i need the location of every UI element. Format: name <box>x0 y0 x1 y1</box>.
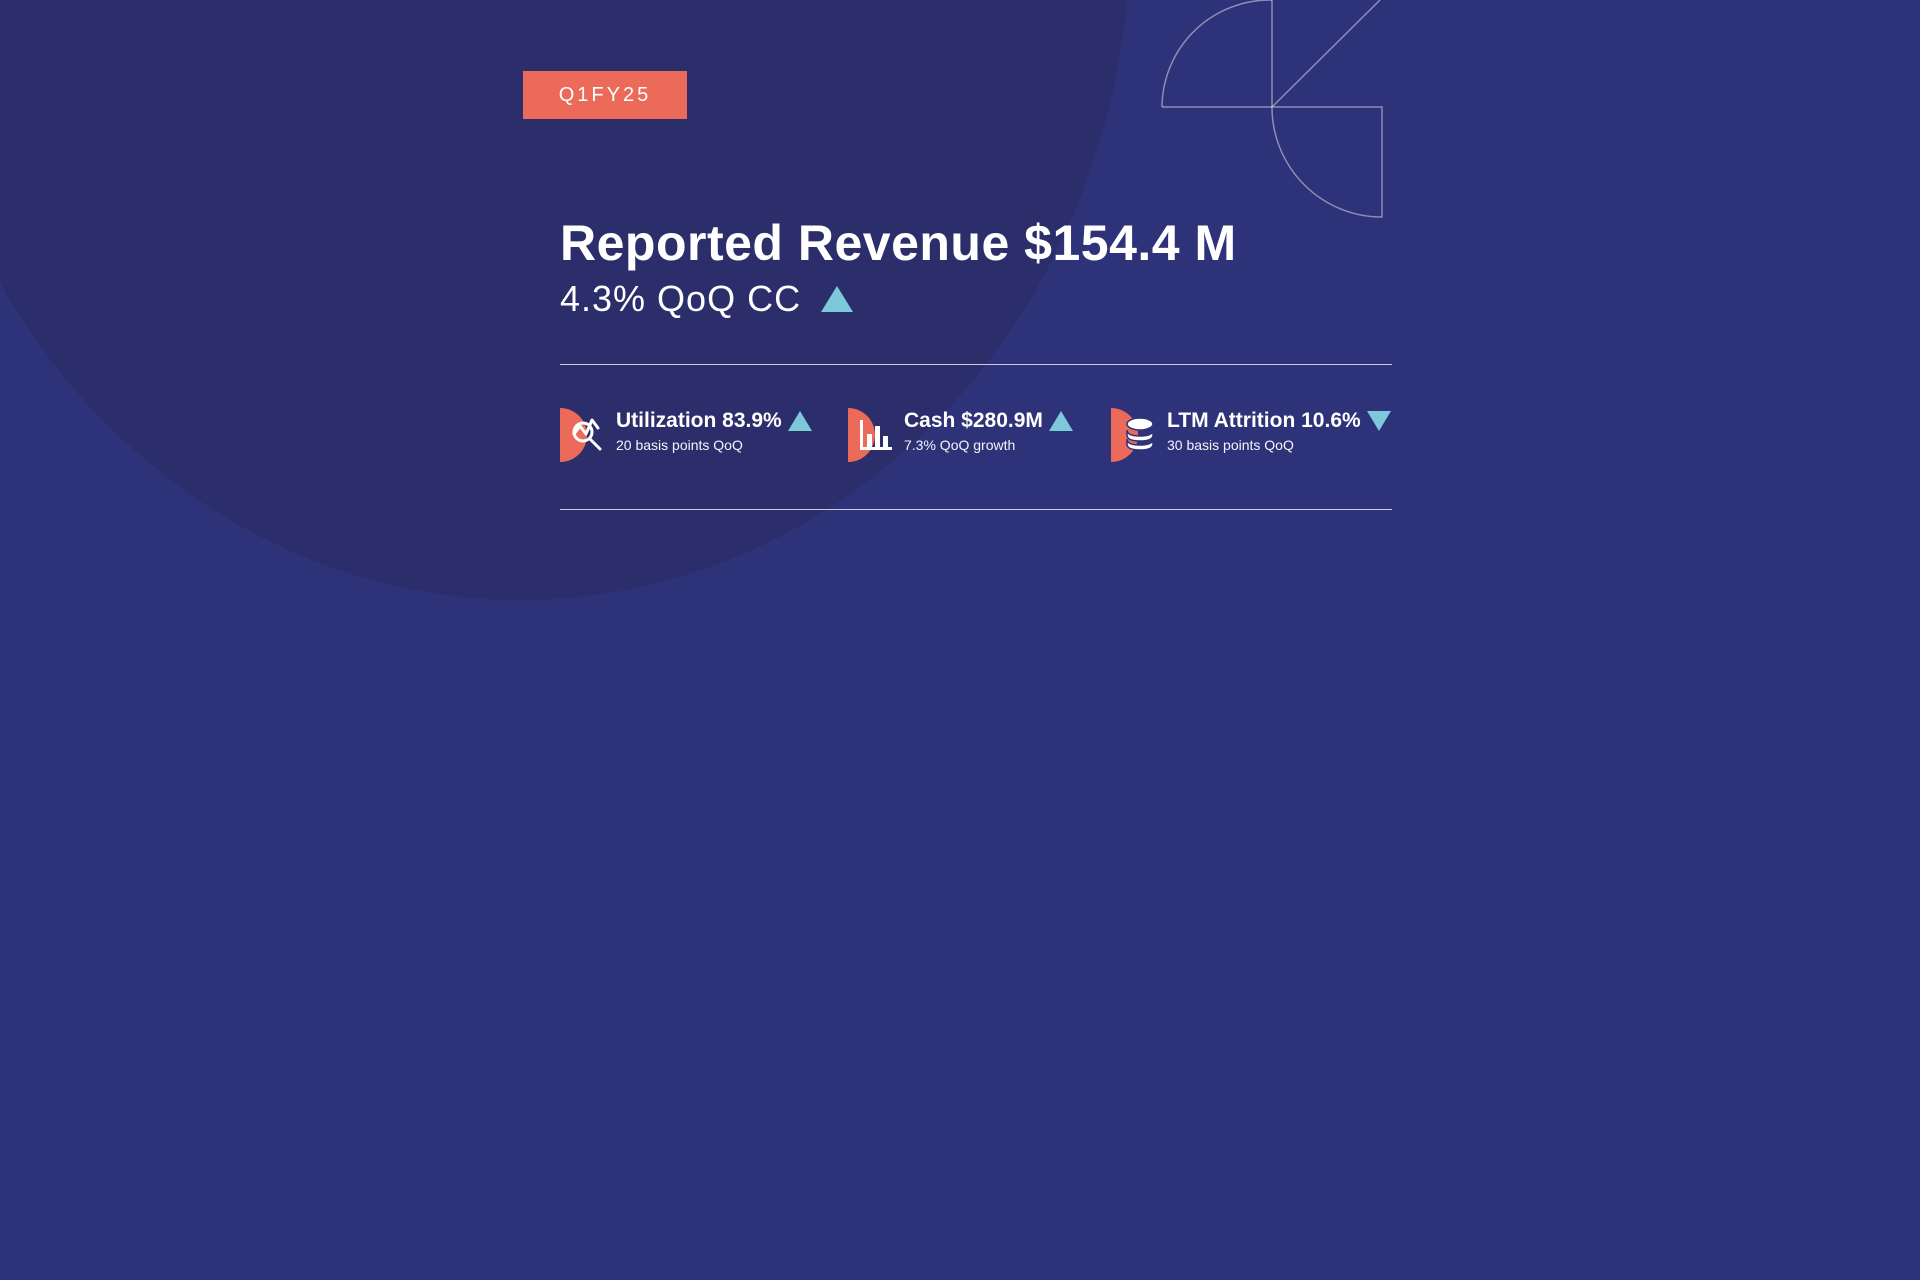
magnifier-chart-icon <box>560 408 606 462</box>
metric-label: Cash $280.9M <box>904 409 1043 432</box>
metric-sub: 20 basis points QoQ <box>616 437 743 453</box>
metric-label: LTM Attrition 10.6% <box>1167 409 1361 432</box>
metric-label: Utilization 83.9% <box>616 409 782 432</box>
revenue-growth: 4.3% QoQ CC <box>560 278 854 320</box>
trend-up-icon <box>821 286 854 312</box>
quarter-tag: Q1FY25 <box>523 71 687 119</box>
metric-cash: Cash $280.9M 7.3% QoQ growth <box>848 408 1073 462</box>
bar-chart-icon <box>848 408 894 462</box>
metric-utilization: Utilization 83.9% 20 basis points QoQ <box>560 408 812 462</box>
trend-down-icon <box>1366 411 1391 431</box>
trend-up-icon <box>787 411 812 431</box>
revenue-growth-text: 4.3% QoQ CC <box>560 278 802 319</box>
top-divider <box>560 364 1392 365</box>
trend-up-icon <box>1048 411 1073 431</box>
bottom-divider <box>560 509 1392 510</box>
geometric-decoration <box>1161 0 1383 218</box>
page-title: Reported Revenue $154.4 M <box>560 215 1237 271</box>
metric-sub: 30 basis points QoQ <box>1167 437 1294 453</box>
database-icon <box>1111 408 1157 462</box>
metric-attrition: LTM Attrition 10.6% 30 basis points QoQ <box>1111 408 1391 462</box>
metric-sub: 7.3% QoQ growth <box>904 437 1016 453</box>
